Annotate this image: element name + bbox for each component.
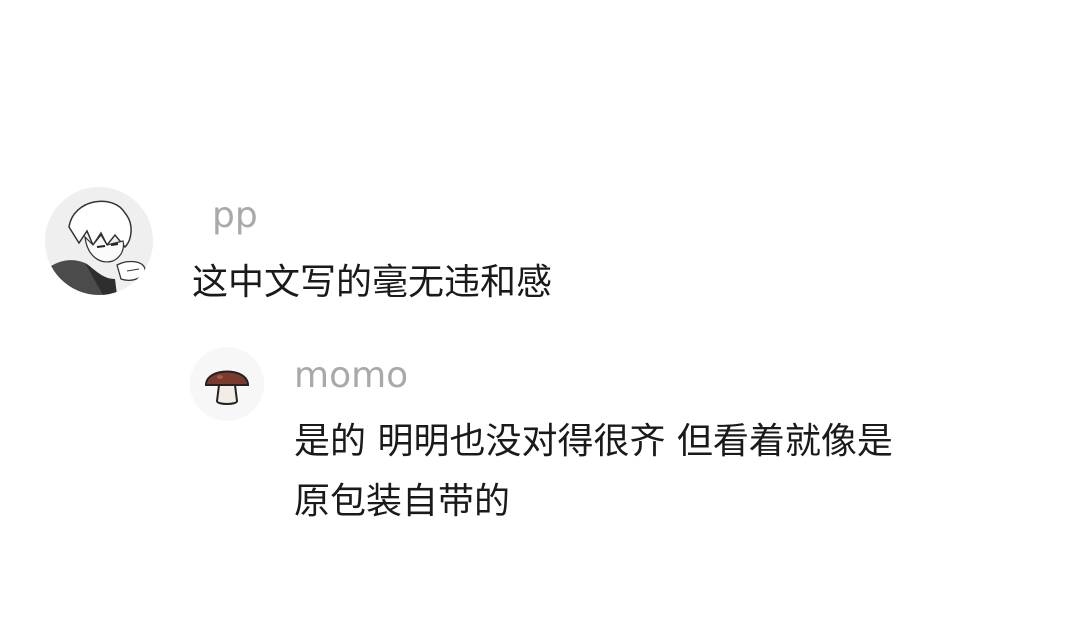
reply-text: 是的 明明也没对得很齐 但看着就像是 原包装自带的 [294, 412, 893, 532]
comment-text: 这中文写的毫无违和感 [192, 262, 553, 303]
reply-text-line: 原包装自带的 [294, 481, 511, 522]
user-avatar-momo[interactable] [190, 347, 264, 421]
manga-character-avatar-icon [45, 187, 153, 295]
comment-username[interactable]: pp [212, 196, 258, 236]
reply-text-line: 是的 明明也没对得很齐 但看着就像是 [294, 421, 893, 462]
reply-username[interactable]: momo [294, 356, 408, 396]
user-avatar-pp[interactable] [45, 187, 153, 295]
mushroom-avatar-icon [190, 347, 264, 421]
